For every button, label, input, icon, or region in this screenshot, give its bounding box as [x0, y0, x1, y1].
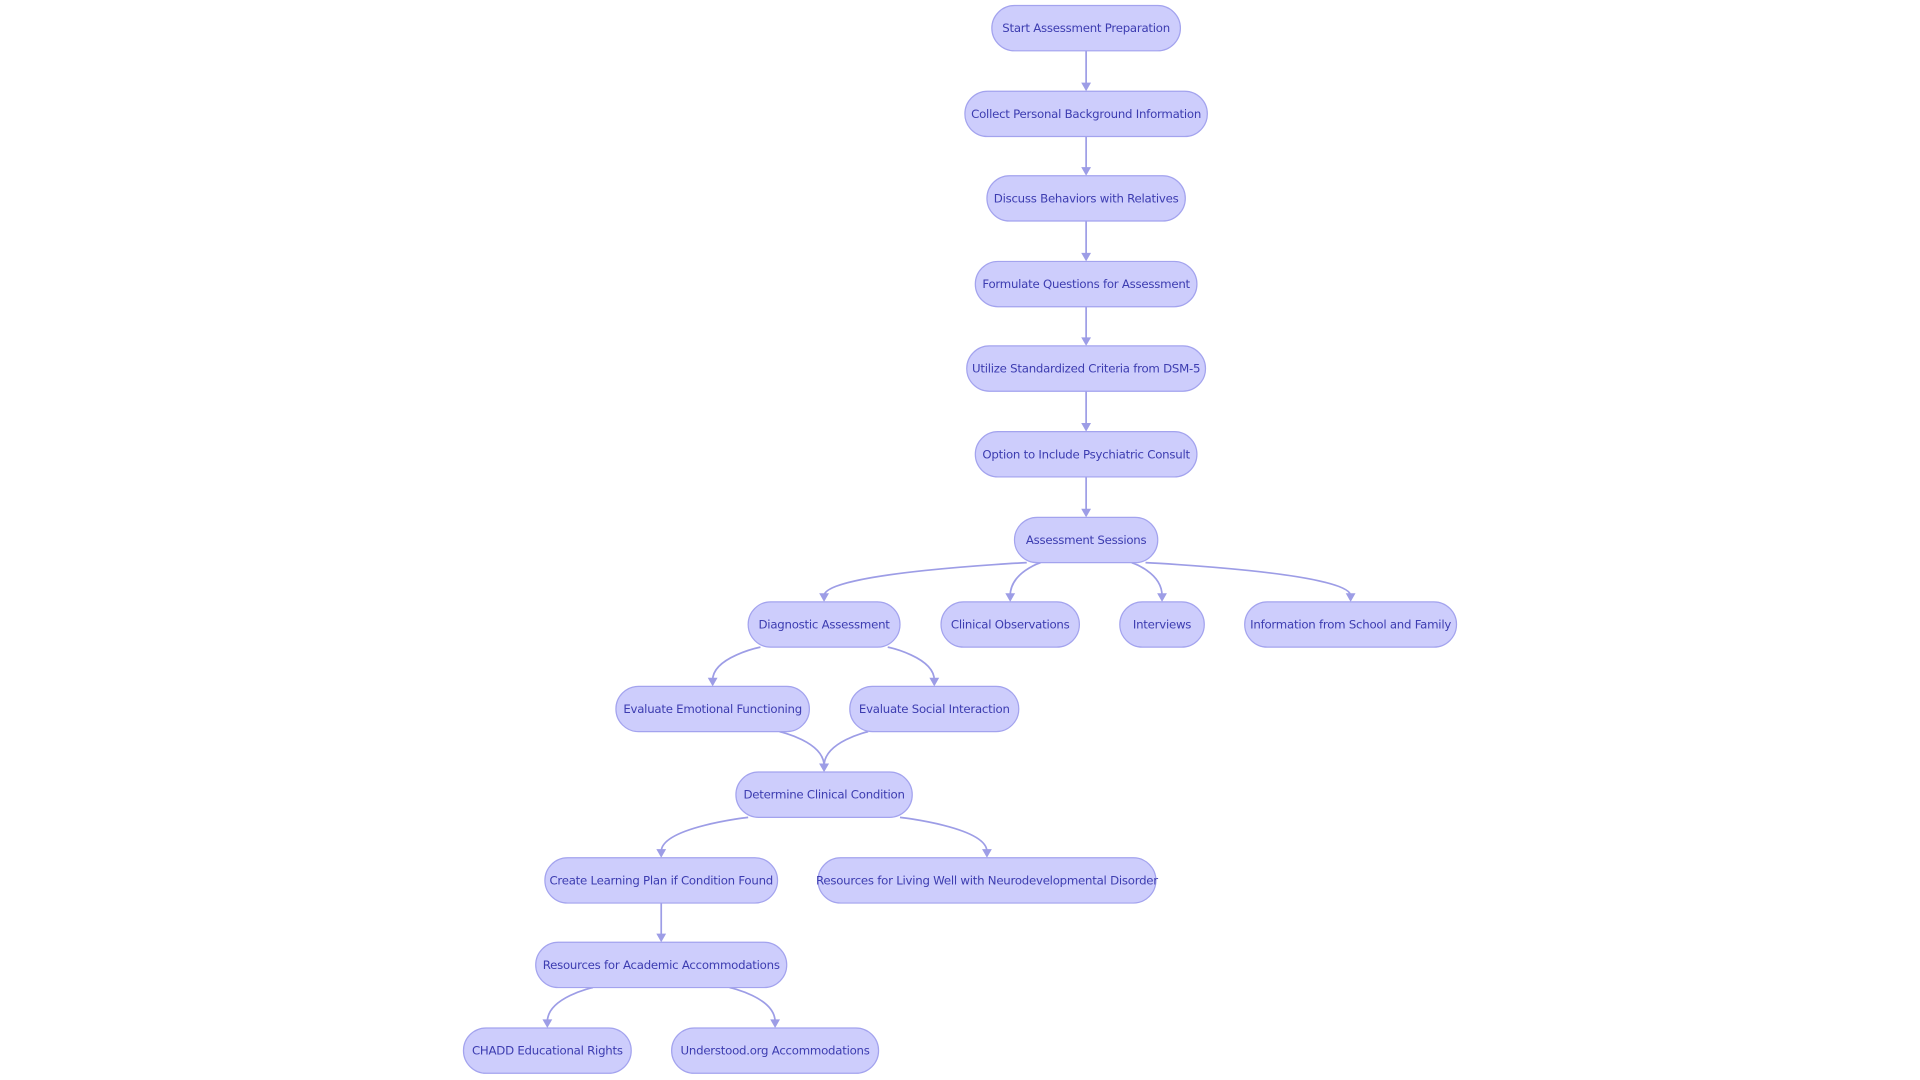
arrowhead-icon	[819, 763, 829, 773]
edge-determine-to-living	[899, 816, 988, 852]
node-label: Information from School and Family	[1250, 617, 1451, 631]
node-emotional[interactable]: Evaluate Emotional Functioning	[615, 685, 810, 733]
arrowhead-icon	[1081, 252, 1092, 262]
edge-academic-to-chadd	[546, 986, 594, 1022]
edge-diagnostic-to-social	[887, 646, 936, 681]
node-label: Interviews	[1133, 617, 1191, 631]
arrowhead-icon	[1081, 167, 1092, 176]
node-formulate[interactable]: Formulate Questions for Assessment	[974, 260, 1198, 308]
node-collect[interactable]: Collect Personal Background Information	[964, 90, 1208, 138]
node-label: Determine Clinical Condition	[743, 788, 904, 802]
node-label: Understood.org Accommodations	[681, 1044, 870, 1058]
node-create[interactable]: Create Learning Plan if Condition Found	[544, 857, 779, 904]
node-label: Evaluate Social Interaction	[859, 702, 1010, 716]
node-understood[interactable]: Understood.org Accommodations	[671, 1027, 880, 1074]
arrowhead-icon	[707, 677, 718, 687]
node-label: Clinical Observations	[951, 617, 1070, 631]
edge-academic-to-understood	[729, 986, 776, 1022]
node-label: Utilize Standardized Criteria from DSM-5	[972, 362, 1200, 376]
arrowhead-icon	[542, 1019, 553, 1028]
node-label: Evaluate Emotional Functioning	[623, 702, 802, 716]
node-social[interactable]: Evaluate Social Interaction	[849, 685, 1020, 733]
arrowhead-icon	[656, 933, 667, 943]
arrowhead-icon	[982, 849, 992, 858]
arrowhead-icon	[819, 593, 829, 602]
node-determine[interactable]: Determine Clinical Condition	[735, 771, 913, 818]
node-sessions[interactable]: Assessment Sessions	[1013, 516, 1159, 564]
edge-sessions-to-interviews	[1131, 561, 1163, 596]
node-start[interactable]: Start Assessment Preparation	[991, 4, 1182, 52]
edge-sessions-to-information	[1145, 561, 1352, 597]
node-chadd[interactable]: CHADD Educational Rights	[462, 1027, 632, 1074]
node-clinical[interactable]: Clinical Observations	[940, 601, 1080, 648]
node-diagnostic[interactable]: Diagnostic Assessment	[747, 601, 901, 648]
node-information[interactable]: Information from School and Family	[1244, 601, 1458, 648]
node-label: CHADD Educational Rights	[472, 1044, 623, 1058]
node-living[interactable]: Resources for Living Well with Neurodeve…	[816, 857, 1159, 904]
node-label: Create Learning Plan if Condition Found	[549, 873, 773, 887]
arrowhead-icon	[1081, 508, 1092, 518]
arrowhead-icon	[1345, 593, 1356, 602]
node-utilize[interactable]: Utilize Standardized Criteria from DSM-5	[966, 345, 1207, 392]
edge-determine-to-create	[660, 816, 749, 852]
nodes-layer: Start Assessment Preparation Collect Pers…	[462, 4, 1458, 1074]
node-label: Diagnostic Assessment	[759, 617, 891, 631]
arrowhead-icon	[929, 677, 940, 687]
node-discuss[interactable]: Discuss Behaviors with Relatives	[986, 175, 1186, 222]
arrowhead-icon	[1081, 337, 1092, 346]
node-label: Discuss Behaviors with Relatives	[994, 191, 1179, 205]
edge-emotional-to-determine	[779, 730, 825, 767]
arrowhead-icon	[656, 849, 667, 858]
node-option[interactable]: Option to Include Psychiatric Consult	[974, 431, 1198, 478]
node-label: Formulate Questions for Assessment	[982, 277, 1190, 291]
node-label: Option to Include Psychiatric Consult	[982, 447, 1190, 461]
node-label: Resources for Living Well with Neurodeve…	[816, 873, 1158, 887]
node-label: Assessment Sessions	[1026, 533, 1147, 547]
arrowhead-icon	[1081, 423, 1092, 432]
node-label: Collect Personal Background Information	[971, 107, 1201, 121]
edge-sessions-to-clinical	[1009, 561, 1041, 596]
edge-diagnostic-to-emotional	[711, 646, 761, 681]
edge-sessions-to-diagnostic	[823, 561, 1027, 597]
node-label: Resources for Academic Accommodations	[543, 958, 780, 972]
node-label: Start Assessment Preparation	[1002, 21, 1170, 35]
node-interviews[interactable]: Interviews	[1119, 601, 1205, 648]
arrowhead-icon	[770, 1019, 780, 1028]
edge-social-to-determine	[823, 730, 869, 767]
node-academic[interactable]: Resources for Academic Accommodations	[535, 941, 788, 989]
arrowhead-icon	[1005, 593, 1016, 602]
flowchart-canvas: Start Assessment Preparation Collect Pers…	[462, 4, 1458, 1074]
arrowhead-icon	[1081, 82, 1092, 92]
arrowhead-icon	[1157, 593, 1167, 602]
